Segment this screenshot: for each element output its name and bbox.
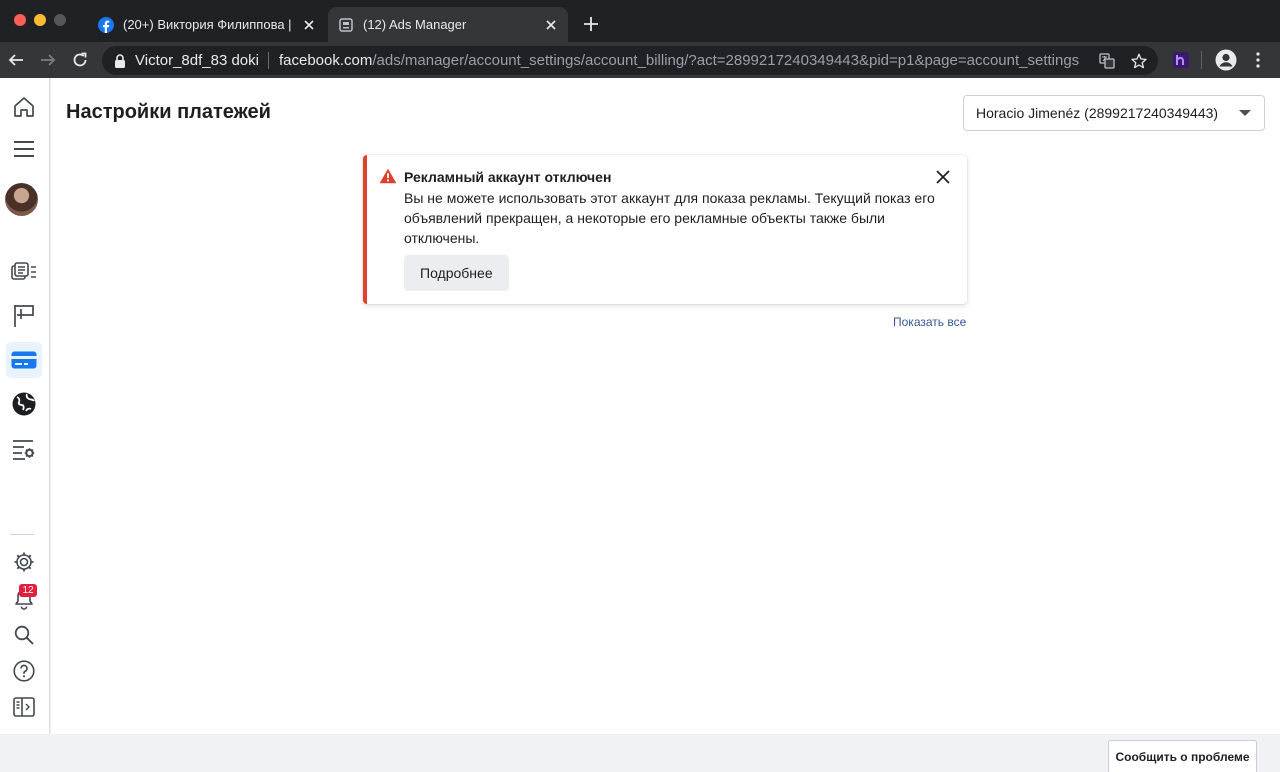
close-icon bbox=[936, 170, 950, 184]
toolbar-divider bbox=[1201, 51, 1202, 69]
url-host: facebook.com bbox=[278, 52, 373, 69]
help-icon bbox=[13, 660, 35, 682]
window-zoom-button[interactable] bbox=[54, 14, 66, 26]
nav-help[interactable] bbox=[6, 653, 42, 689]
avatar[interactable] bbox=[5, 183, 38, 216]
account-selector-value: Horacio Jimenéz (2899217240349443) bbox=[976, 105, 1219, 121]
caret-down-icon bbox=[1239, 110, 1251, 116]
star-icon[interactable] bbox=[1128, 50, 1150, 72]
profile-icon bbox=[1215, 49, 1237, 71]
forward-button[interactable] bbox=[36, 48, 60, 72]
warning-icon bbox=[379, 168, 397, 184]
globe-icon bbox=[12, 392, 36, 416]
back-button[interactable] bbox=[4, 48, 28, 72]
main-content: Настройки платежей Horacio Jimenéz (2899… bbox=[51, 78, 1280, 734]
url-text[interactable]: facebook.com/ads/manager/account_setting… bbox=[279, 52, 1088, 69]
gear-icon bbox=[14, 552, 34, 572]
account-selector[interactable]: Horacio Jimenéz (2899217240349443) bbox=[963, 95, 1265, 131]
site-label: Victor_8df_83 doki bbox=[135, 52, 259, 69]
flag-icon bbox=[14, 305, 34, 327]
nav-settings[interactable] bbox=[6, 432, 42, 468]
close-tab-icon[interactable] bbox=[542, 16, 560, 34]
translate-icon[interactable] bbox=[1096, 50, 1118, 72]
facebook-icon bbox=[98, 16, 114, 33]
panel-toggle-icon bbox=[13, 697, 35, 717]
browser-toolbar: Victor_8df_83 doki facebook.com/ads/mana… bbox=[0, 42, 1280, 78]
reload-button[interactable] bbox=[68, 48, 92, 72]
left-navigation: 12 bbox=[0, 78, 50, 734]
nav-divider bbox=[10, 534, 34, 535]
arrow-right-icon bbox=[41, 54, 56, 66]
billing-card-icon bbox=[11, 351, 37, 369]
menu-icon bbox=[14, 141, 34, 157]
alert-body: Вы не можете использовать этот аккаунт д… bbox=[404, 190, 935, 246]
extension-icon bbox=[1173, 52, 1189, 68]
extension-button[interactable] bbox=[1169, 48, 1193, 72]
account-disabled-alert: Рекламный аккаунт отключен Вы не можете … bbox=[363, 155, 967, 304]
tab-title: (20+) Виктория Филиппова | Facebook bbox=[123, 17, 294, 32]
address-bar[interactable]: Victor_8df_83 doki facebook.com/ads/mana… bbox=[102, 46, 1158, 75]
search-icon bbox=[14, 625, 34, 645]
url-path: /ads/manager/account_settings/account_bi… bbox=[372, 52, 1080, 69]
nav-gear[interactable] bbox=[6, 544, 42, 580]
tab-title: (12) Ads Manager bbox=[363, 17, 467, 32]
show-all-link[interactable]: Показать все bbox=[893, 315, 966, 329]
nav-menu[interactable] bbox=[6, 131, 42, 167]
nav-campaigns[interactable] bbox=[6, 254, 42, 290]
close-tab-icon[interactable] bbox=[300, 16, 318, 34]
browser-menu-button[interactable] bbox=[1246, 48, 1270, 72]
ads-manager-icon bbox=[339, 17, 353, 32]
alert-close-button[interactable] bbox=[934, 168, 952, 186]
profile-button[interactable] bbox=[1214, 48, 1238, 72]
learn-more-button[interactable]: Подробнее bbox=[404, 255, 509, 291]
window-minimize-button[interactable] bbox=[34, 14, 46, 26]
browser-tab-bar: (20+) Виктория Филиппова | Facebook (12)… bbox=[0, 0, 1280, 42]
kebab-menu-icon bbox=[1256, 52, 1260, 68]
plus-icon bbox=[584, 17, 598, 31]
nav-billing[interactable] bbox=[6, 342, 42, 378]
home-icon bbox=[14, 97, 34, 117]
nav-home[interactable] bbox=[6, 89, 42, 125]
nav-global[interactable] bbox=[6, 386, 42, 422]
notification-badge: 12 bbox=[19, 584, 37, 597]
browser-tab-facebook[interactable]: (20+) Виктория Филиппова | Facebook bbox=[88, 7, 326, 42]
window-close-button[interactable] bbox=[14, 14, 26, 26]
nav-search[interactable] bbox=[6, 617, 42, 653]
reload-icon bbox=[73, 52, 87, 67]
browser-tab-ads-manager[interactable]: (12) Ads Manager bbox=[328, 7, 568, 42]
settings-list-icon bbox=[13, 440, 35, 460]
address-separator bbox=[267, 52, 269, 69]
campaigns-icon bbox=[11, 262, 36, 280]
nav-panel-toggle[interactable] bbox=[6, 689, 42, 725]
page-title: Настройки платежей bbox=[66, 101, 271, 123]
footer-area: Сообщить о проблеме bbox=[0, 734, 1280, 772]
nav-pages[interactable] bbox=[6, 298, 42, 334]
report-problem-button[interactable]: Сообщить о проблеме bbox=[1108, 740, 1257, 772]
alert-title: Рекламный аккаунт отключен bbox=[404, 169, 612, 185]
arrow-left-icon bbox=[8, 54, 23, 66]
new-tab-button[interactable] bbox=[580, 13, 602, 35]
lock-icon bbox=[115, 53, 125, 68]
